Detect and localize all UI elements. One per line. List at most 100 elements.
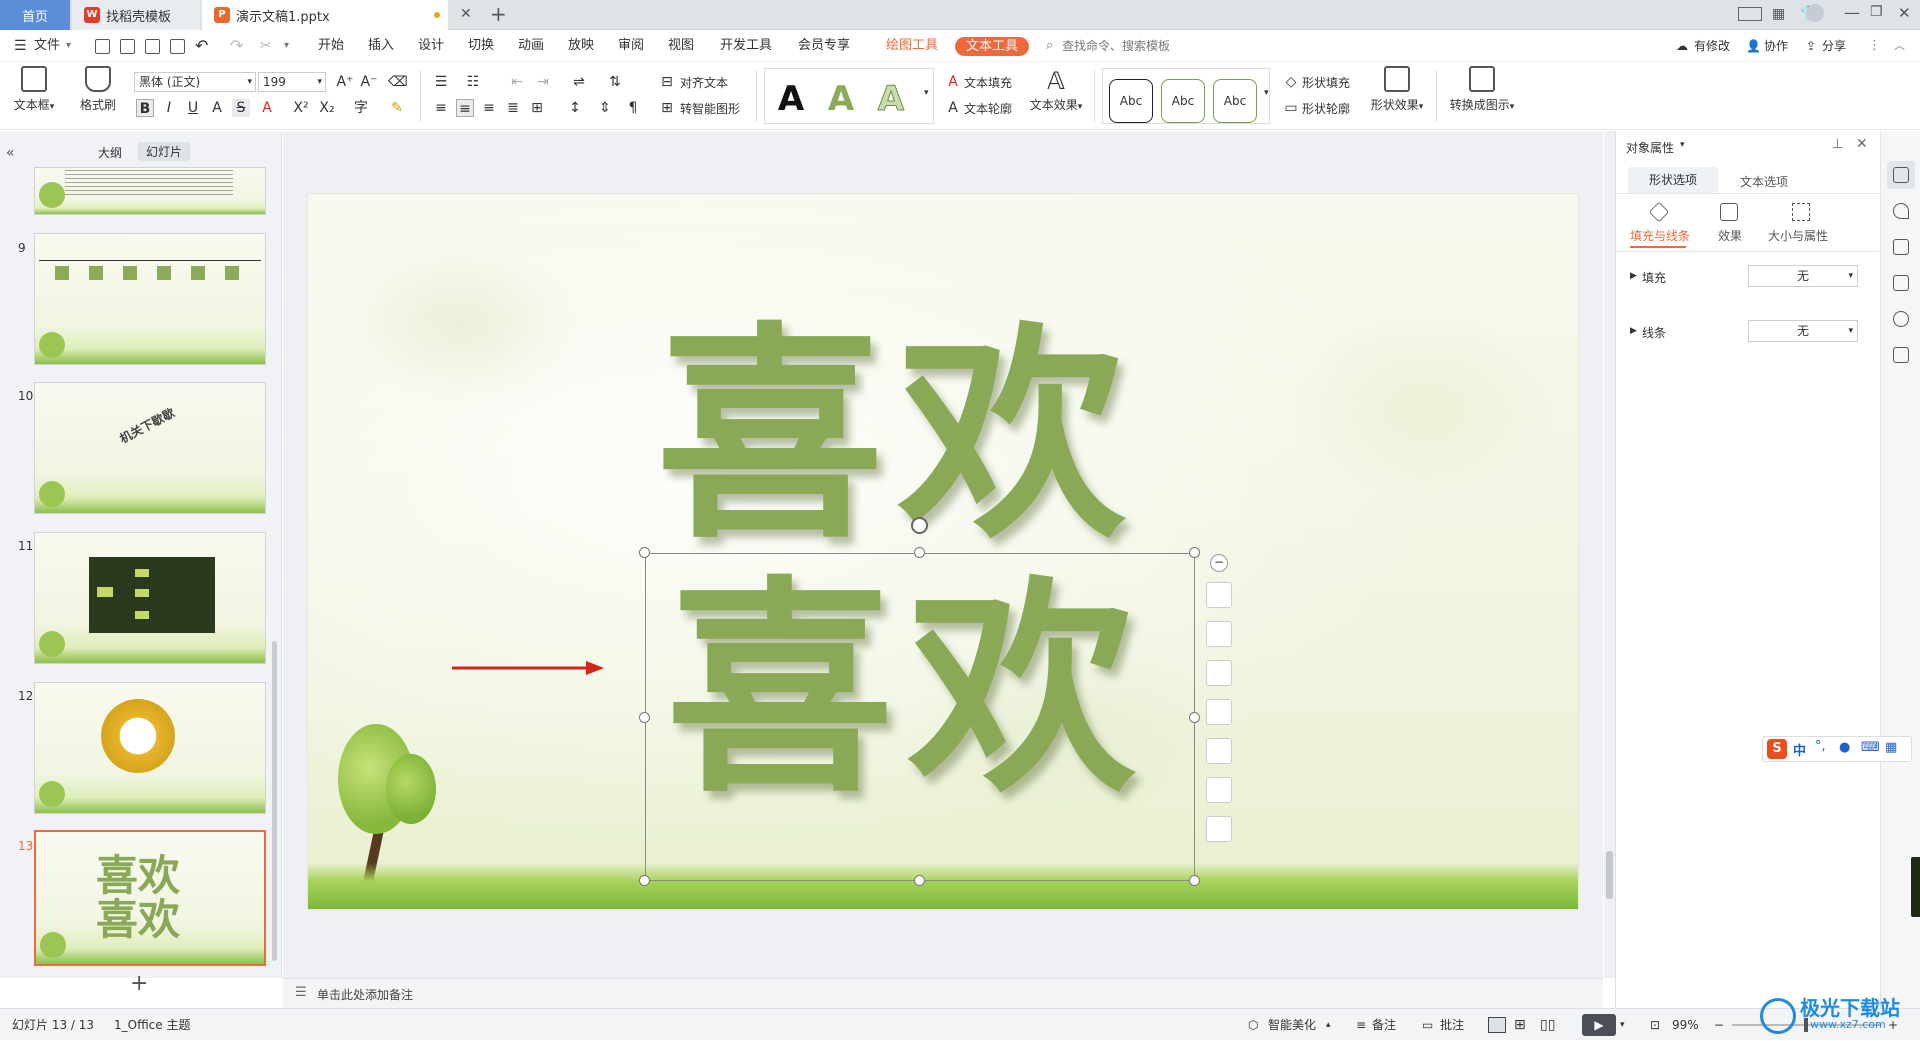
animation-star-icon[interactable] (1893, 203, 1909, 219)
numbered-list-icon[interactable]: ☷ (464, 73, 482, 91)
print-preview-icon[interactable] (170, 39, 185, 54)
superscript-button[interactable]: X² (292, 99, 310, 117)
text-fill-button[interactable]: 文本填充 (964, 74, 1012, 91)
minimize-icon[interactable]: — (1844, 3, 1860, 22)
fill-bucket-icon[interactable] (1206, 660, 1232, 686)
modified-status[interactable]: 有修改 (1694, 30, 1730, 62)
resize-handle-tr[interactable] (1189, 547, 1200, 558)
clear-format-eraser-icon[interactable]: ⌫ (388, 73, 408, 91)
side-widget[interactable] (1911, 857, 1920, 917)
slide-thumbnail-11[interactable] (34, 532, 266, 664)
resize-handle-r[interactable] (1189, 712, 1200, 723)
zoom-level[interactable]: 99% (1672, 1009, 1699, 1041)
notes-bar[interactable]: ☰ 单击此处添加备注 (283, 978, 1603, 1008)
slide-thumbnail-9[interactable] (34, 233, 266, 365)
quick-access-dropdown-icon[interactable]: ▾ (284, 30, 289, 62)
char-shade-icon[interactable]: A (208, 99, 226, 117)
save-icon[interactable] (95, 39, 110, 54)
command-search-input[interactable]: 查找命令、搜索模板 (1062, 30, 1170, 62)
add-slide-button[interactable]: + (130, 971, 148, 996)
tab-slides[interactable]: 幻灯片 (138, 142, 191, 161)
print-icon[interactable] (145, 39, 160, 54)
tab-text-options[interactable]: 文本选项 (1740, 173, 1788, 190)
underline-button[interactable]: U (184, 99, 202, 117)
subtab-fill-line[interactable]: 填充与线条 (1630, 227, 1690, 244)
menu-file[interactable]: 文件 (34, 30, 60, 62)
justify-icon[interactable]: ≣ (504, 99, 522, 117)
collapse-ribbon-icon[interactable]: ︿ (1894, 30, 1905, 62)
size-properties-icon[interactable] (1792, 203, 1810, 221)
collapse-panel-icon[interactable]: « (6, 145, 15, 161)
align-text-button[interactable]: 对齐文本 (680, 74, 728, 91)
shape-outline-button[interactable]: 形状轮廓 (1302, 100, 1350, 117)
menu-item-8[interactable]: 开发工具 (720, 30, 772, 62)
subtab-effect[interactable]: 效果 (1718, 227, 1742, 244)
apps-grid-icon[interactable]: ▦ (1772, 6, 1785, 22)
text-convert-icon[interactable] (1206, 777, 1232, 803)
fill-select[interactable]: 无 ▾ (1748, 265, 1858, 287)
tab-template[interactable]: W 找稻壳模板 (72, 0, 200, 30)
chevron-down-icon[interactable]: ▾ (66, 30, 71, 62)
increase-indent-icon[interactable]: ⇥ (534, 73, 552, 91)
outline-icon[interactable] (1206, 699, 1232, 725)
shape-style-3[interactable]: Abc (1213, 79, 1257, 123)
line-label[interactable]: 线条 (1642, 324, 1666, 341)
fill-expand-icon[interactable]: ▶ (1630, 271, 1637, 281)
slide-canvas[interactable]: 喜 欢 喜 欢 − (307, 193, 1579, 910)
decrease-font-icon[interactable]: A⁻ (360, 73, 378, 91)
restore-icon[interactable]: ❐ (1870, 4, 1883, 20)
fit-window-icon[interactable]: ⊡ (1650, 1009, 1660, 1041)
image-tools-icon[interactable] (1893, 275, 1909, 291)
text-direction-icon[interactable]: ⇌ (570, 73, 588, 91)
shape-effect-button[interactable]: 形状效果▾ (1366, 62, 1428, 113)
ime-mode[interactable]: 中 (1793, 740, 1806, 759)
comment-button[interactable]: 批注 (1440, 1009, 1464, 1041)
paragraph-spacing-icon[interactable]: ⇕ (596, 99, 614, 117)
tab-document[interactable]: P 演示文稿1.pptx (202, 0, 448, 30)
text-style-more-icon[interactable]: ▾ (924, 88, 929, 98)
notes-toggle-button[interactable]: 备注 (1372, 1009, 1396, 1041)
text-style-outline[interactable]: A (871, 77, 911, 121)
beautify-up-icon[interactable]: ▴ (1326, 1009, 1331, 1041)
menu-item-3[interactable]: 切换 (468, 30, 494, 62)
theme-name[interactable]: 1_Office 主题 (114, 1009, 190, 1041)
ime-toolbar[interactable]: S 中 °, ● ⌨ ▦ (1762, 736, 1912, 762)
vertical-scrollbar-thumb[interactable] (1606, 851, 1613, 899)
play-slideshow-icon[interactable]: ▶ (1582, 1014, 1616, 1036)
ime-apps-icon[interactable]: ▦ (1885, 740, 1897, 755)
collapse-toolbar-icon[interactable]: − (1210, 554, 1228, 572)
shape-outline-icon[interactable]: ▭ (1282, 99, 1300, 117)
clear-format-icon[interactable]: ✂ (260, 30, 272, 62)
text-outline-button[interactable]: 文本轮廓 (964, 100, 1012, 117)
more-icon[interactable]: ⋮ (1868, 30, 1881, 62)
location-icon[interactable] (1893, 311, 1909, 327)
slide-thumbnail-8[interactable] (34, 167, 266, 215)
close-tab-icon[interactable]: ✕ (460, 6, 472, 22)
italic-button[interactable]: I (160, 99, 178, 117)
edit-pen-icon[interactable] (1206, 621, 1232, 647)
resize-handle-tl[interactable] (639, 547, 650, 558)
new-tab-icon[interactable]: + (490, 2, 507, 26)
zoom-out-icon[interactable]: − (1714, 1009, 1724, 1041)
text-style-black[interactable]: A (771, 77, 811, 121)
format-painter-button[interactable]: 格式刷 (72, 62, 124, 113)
shape-style-2[interactable]: Abc (1161, 79, 1205, 123)
avatar[interactable] (1806, 4, 1824, 22)
resize-handle-t[interactable] (914, 547, 925, 558)
text-format-icon[interactable] (1206, 816, 1232, 842)
font-size-select[interactable]: 199 ▾ (258, 72, 326, 92)
resize-handle-br[interactable] (1189, 875, 1200, 886)
textbox-button[interactable]: 文本框▾ (8, 62, 60, 113)
resize-handle-b[interactable] (914, 875, 925, 886)
align-text-icon[interactable]: ⊟ (658, 73, 676, 91)
menu-item-0[interactable]: 开始 (318, 30, 344, 62)
text-fill-icon[interactable]: A (944, 73, 962, 91)
align-right-icon[interactable]: ≡ (480, 99, 498, 117)
font-family-select[interactable]: 黑体 (正文) ▾ (134, 72, 256, 92)
mic-icon[interactable]: ● (1839, 740, 1850, 755)
slides-scrollbar[interactable] (272, 641, 277, 961)
menu-item-9[interactable]: 会员专享 (798, 30, 850, 62)
align-center-icon[interactable]: ≡ (456, 99, 474, 117)
paragraph-settings-icon[interactable]: ¶ (624, 99, 642, 117)
tab-draw-tools[interactable]: 绘图工具 (886, 30, 938, 62)
